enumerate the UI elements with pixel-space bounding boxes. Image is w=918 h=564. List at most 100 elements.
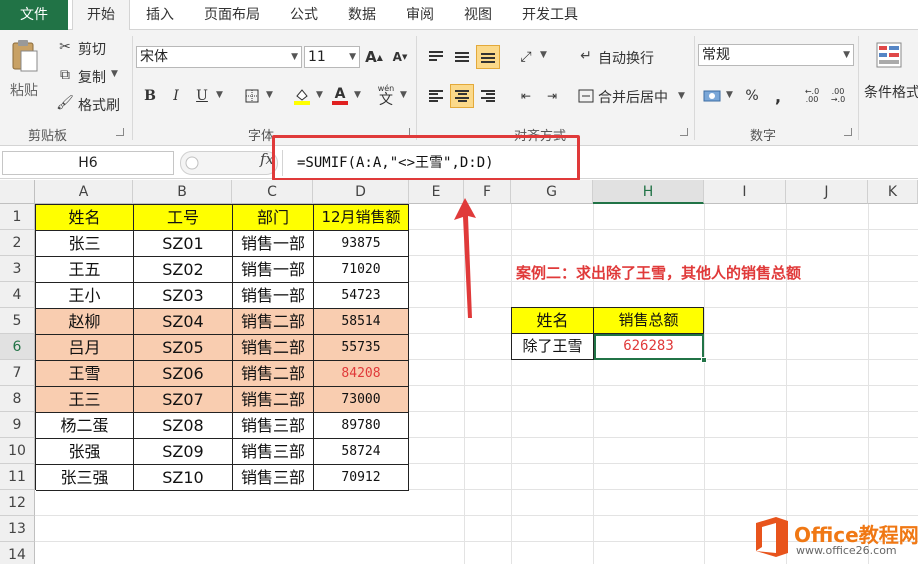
tab-review[interactable]: 审阅 <box>394 0 446 30</box>
row-header-12[interactable]: 12 <box>0 490 35 516</box>
font-name-combo[interactable]: 宋体 ▼ <box>136 46 302 68</box>
table-cell[interactable]: 销售二部 <box>233 361 314 387</box>
table-cell[interactable]: 张三强 <box>36 465 134 491</box>
name-box[interactable]: H6 <box>2 151 174 175</box>
decrease-indent-icon[interactable]: ⇤ <box>514 84 538 108</box>
fill-color-dropdown-icon[interactable]: ▼ <box>316 90 323 100</box>
table-header-cell[interactable]: 工号 <box>134 205 233 231</box>
table-cell[interactable]: SZ01 <box>134 231 233 257</box>
table-cell[interactable]: 89780 <box>314 413 409 439</box>
merge-dropdown-icon[interactable]: ▼ <box>678 91 685 101</box>
table-cell[interactable]: SZ02 <box>134 257 233 283</box>
column-header-c[interactable]: C <box>232 180 313 204</box>
result-value-cell[interactable]: 626283 <box>594 334 704 360</box>
table-cell[interactable]: 70912 <box>314 465 409 491</box>
table-cell[interactable]: 93875 <box>314 231 409 257</box>
row-header-13[interactable]: 13 <box>0 516 35 542</box>
row-header-1[interactable]: 1 <box>0 204 35 230</box>
row-header-9[interactable]: 9 <box>0 412 35 438</box>
row-header-3[interactable]: 3 <box>0 256 35 282</box>
table-cell[interactable]: 销售二部 <box>233 335 314 361</box>
column-header-g[interactable]: G <box>511 180 593 204</box>
borders-icon[interactable] <box>240 84 264 108</box>
table-header-cell[interactable]: 姓名 <box>36 205 134 231</box>
accounting-format-icon[interactable] <box>700 84 724 108</box>
table-cell[interactable]: 84208 <box>314 361 409 387</box>
orientation-dropdown-icon[interactable]: ▼ <box>540 50 547 60</box>
tab-formulas[interactable]: 公式 <box>278 0 330 30</box>
align-center-icon[interactable] <box>450 84 474 108</box>
row-header-5[interactable]: 5 <box>0 308 35 334</box>
table-header-cell[interactable]: 部门 <box>233 205 314 231</box>
table-cell[interactable]: 王五 <box>36 257 134 283</box>
table-cell[interactable]: 73000 <box>314 387 409 413</box>
align-middle-icon[interactable] <box>450 45 474 69</box>
shrink-font-button[interactable]: A ▼ <box>388 45 412 69</box>
table-cell[interactable]: SZ09 <box>134 439 233 465</box>
table-cell[interactable]: 58724 <box>314 439 409 465</box>
underline-button[interactable]: U <box>190 84 214 108</box>
underline-dropdown-icon[interactable]: ▼ <box>216 90 223 100</box>
table-cell[interactable]: 赵柳 <box>36 309 134 335</box>
table-cell[interactable]: 王小 <box>36 283 134 309</box>
tab-home[interactable]: 开始 <box>72 0 130 31</box>
tab-file[interactable]: 文件 <box>0 0 68 30</box>
table-cell[interactable]: SZ03 <box>134 283 233 309</box>
conditional-formatting-button[interactable]: 条件格式 <box>864 82 918 102</box>
fill-handle[interactable] <box>701 357 707 363</box>
column-header-i[interactable]: I <box>704 180 786 204</box>
table-cell[interactable]: 王雪 <box>36 361 134 387</box>
row-header-8[interactable]: 8 <box>0 386 35 412</box>
table-cell[interactable]: SZ10 <box>134 465 233 491</box>
table-cell[interactable]: 销售一部 <box>233 231 314 257</box>
table-cell[interactable]: 销售三部 <box>233 413 314 439</box>
tab-developer[interactable]: 开发工具 <box>510 0 590 30</box>
row-header-10[interactable]: 10 <box>0 438 35 464</box>
grow-font-button[interactable]: A ▲ <box>362 45 386 69</box>
row-header-2[interactable]: 2 <box>0 230 35 256</box>
phonetic-dropdown-icon[interactable]: ▼ <box>400 90 407 100</box>
comma-style-button[interactable]: , <box>766 84 790 108</box>
table-cell[interactable]: SZ04 <box>134 309 233 335</box>
result-label[interactable]: 除了王雪 <box>512 334 594 360</box>
table-cell[interactable]: 销售二部 <box>233 387 314 413</box>
table-cell[interactable]: SZ06 <box>134 361 233 387</box>
cut-button[interactable]: 剪切 <box>78 39 106 59</box>
conditional-formatting-icon[interactable] <box>874 40 904 70</box>
clipboard-launcher-icon[interactable] <box>116 128 124 136</box>
copy-dropdown-icon[interactable]: ▼ <box>111 69 118 79</box>
table-cell[interactable]: 吕月 <box>36 335 134 361</box>
fill-color-icon[interactable] <box>290 84 314 108</box>
table-cell[interactable]: 销售三部 <box>233 439 314 465</box>
row-header-11[interactable]: 11 <box>0 464 35 490</box>
column-header-a[interactable]: A <box>35 180 133 204</box>
bold-button[interactable]: B <box>138 84 162 108</box>
orientation-icon[interactable]: ⤢ <box>514 45 538 69</box>
table-cell[interactable]: 销售二部 <box>233 309 314 335</box>
column-header-h[interactable]: H <box>593 180 704 204</box>
accounting-dropdown-icon[interactable]: ▼ <box>726 90 733 100</box>
row-header-7[interactable]: 7 <box>0 360 35 386</box>
paste-button[interactable]: 粘贴 <box>10 80 38 100</box>
number-launcher-icon[interactable] <box>844 128 852 136</box>
result-header-total[interactable]: 销售总额 <box>594 308 704 334</box>
table-cell[interactable]: 张强 <box>36 439 134 465</box>
column-header-j[interactable]: J <box>786 180 868 204</box>
font-color-dropdown-icon[interactable]: ▼ <box>354 90 361 100</box>
table-cell[interactable]: SZ08 <box>134 413 233 439</box>
row-header-14[interactable]: 14 <box>0 542 35 564</box>
tab-page-layout[interactable]: 页面布局 <box>192 0 272 30</box>
table-header-cell[interactable]: 12月销售额 <box>314 205 409 231</box>
table-cell[interactable]: SZ07 <box>134 387 233 413</box>
table-cell[interactable]: 54723 <box>314 283 409 309</box>
column-header-b[interactable]: B <box>133 180 232 204</box>
table-cell[interactable]: SZ05 <box>134 335 233 361</box>
font-color-icon[interactable]: A <box>328 84 352 108</box>
align-top-icon[interactable] <box>424 45 448 69</box>
borders-dropdown-icon[interactable]: ▼ <box>266 90 273 100</box>
row-header-4[interactable]: 4 <box>0 282 35 308</box>
increase-indent-icon[interactable]: ⇥ <box>540 84 564 108</box>
percent-button[interactable]: % <box>740 84 764 108</box>
format-painter-button[interactable]: 格式刷 <box>78 95 120 115</box>
tab-view[interactable]: 视图 <box>452 0 504 30</box>
